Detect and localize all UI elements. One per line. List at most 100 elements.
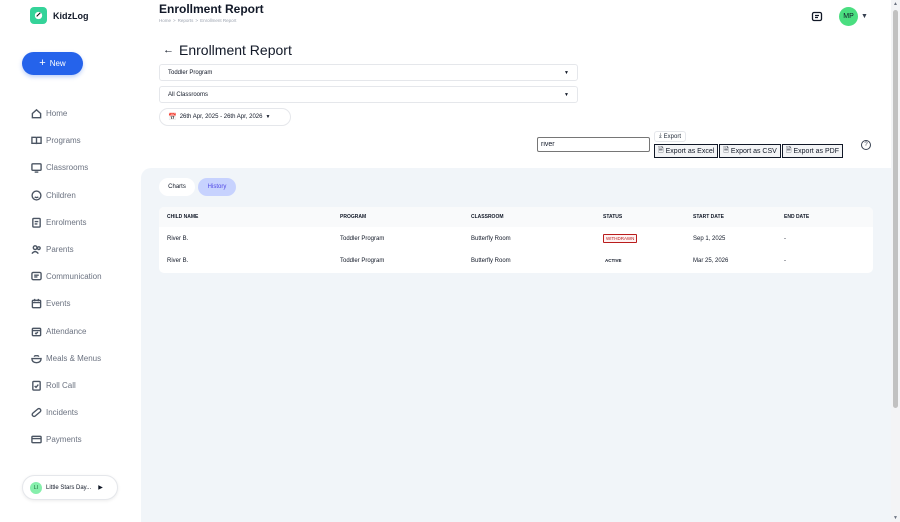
sidebar-nav: Home Programs Classrooms Children Enrolm… bbox=[31, 100, 102, 453]
app-name: KidzLog bbox=[53, 10, 89, 21]
export-button[interactable]: ⤓ Export bbox=[654, 131, 686, 142]
column-header-status[interactable]: STATUS bbox=[603, 214, 622, 220]
sidebar-item-label: Parents bbox=[46, 245, 74, 255]
program-select-value: Toddler Program bbox=[168, 69, 213, 76]
caret-down-icon: ▼ bbox=[564, 91, 569, 98]
date-range-picker[interactable]: 📅 26th Apr, 2025 - 26th Apr, 2026 ▼ bbox=[159, 108, 291, 126]
export-csv-label: Export as CSV bbox=[730, 147, 777, 155]
scroll-down-icon[interactable]: ▼ bbox=[893, 515, 898, 521]
sidebar-item-roll-call[interactable]: Roll Call bbox=[31, 372, 102, 399]
sidebar-item-classrooms[interactable]: Classrooms bbox=[31, 154, 102, 181]
breadcrumb-reports[interactable]: Reports bbox=[178, 18, 194, 23]
bandage-icon bbox=[31, 408, 42, 418]
file-icon: 🗎 bbox=[723, 146, 729, 154]
sidebar-item-events[interactable]: Events bbox=[31, 290, 102, 317]
program-select[interactable]: Toddler Program ▼ bbox=[159, 64, 578, 81]
caret-down-icon: ▼ bbox=[564, 69, 569, 76]
file-icon: 🗎 bbox=[658, 146, 664, 154]
cell-child-name: River B. bbox=[167, 236, 189, 242]
monitor-icon bbox=[31, 163, 42, 174]
caret-right-icon: ▶ bbox=[98, 485, 103, 491]
sidebar-item-label: Home bbox=[46, 109, 68, 119]
help-icon[interactable]: ? bbox=[861, 140, 871, 150]
chevron-down-icon[interactable]: ▼ bbox=[861, 13, 868, 20]
search-input[interactable] bbox=[537, 137, 650, 152]
app-logo[interactable]: KidzLog bbox=[30, 7, 89, 24]
new-button-label: New bbox=[49, 59, 66, 68]
breadcrumb-separator: > bbox=[195, 18, 199, 23]
cell-program: Toddler Program bbox=[340, 236, 385, 242]
export-excel-button[interactable]: 🗎 Export as Excel bbox=[654, 144, 719, 158]
page-scrollbar[interactable]: ▲ ▼ bbox=[891, 0, 900, 522]
table-row[interactable]: River B. Toddler Program Butterfly Room … bbox=[159, 251, 873, 273]
column-header-program[interactable]: PROGRAM bbox=[340, 214, 366, 220]
sidebar-item-meals[interactable]: Meals & Menus bbox=[31, 345, 102, 372]
column-header-child-name[interactable]: CHILD NAME bbox=[167, 214, 198, 220]
cell-classroom: Butterfly Room bbox=[471, 258, 511, 264]
page-title: Enrollment Report bbox=[159, 2, 264, 16]
plus-icon: + bbox=[39, 57, 46, 69]
date-range-label: 26th Apr, 2025 - 26th Apr, 2026 bbox=[179, 114, 263, 120]
scrollbar-thumb[interactable] bbox=[893, 10, 898, 408]
book-icon bbox=[31, 136, 42, 145]
sidebar-item-label: Children bbox=[46, 190, 76, 200]
status-badge: ACTIVE bbox=[605, 258, 622, 263]
sidebar-item-label: Attendance bbox=[46, 326, 87, 336]
sidebar-item-incidents[interactable]: Incidents bbox=[31, 399, 102, 426]
table-row[interactable]: River B. Toddler Program Butterfly Room … bbox=[159, 229, 873, 251]
sidebar-item-programs[interactable]: Programs bbox=[31, 127, 102, 154]
sidebar-item-home[interactable]: Home bbox=[31, 100, 102, 127]
checklist-icon bbox=[32, 380, 41, 391]
sidebar-item-label: Classrooms bbox=[46, 163, 89, 173]
sidebar-item-label: Enrolments bbox=[46, 217, 87, 227]
table-header: CHILD NAME PROGRAM CLASSROOM STATUS STAR… bbox=[159, 207, 873, 227]
school-avatar: LI bbox=[30, 481, 42, 494]
cell-end-date: - bbox=[784, 236, 786, 242]
export-pdf-label: Export as PDF bbox=[793, 147, 839, 155]
new-button[interactable]: + New bbox=[22, 52, 83, 75]
export-csv-button[interactable]: 🗎 Export as CSV bbox=[719, 144, 781, 158]
sidebar-item-payments[interactable]: Payments bbox=[31, 426, 102, 453]
sidebar-item-label: Incidents bbox=[46, 408, 79, 418]
face-icon bbox=[31, 190, 42, 201]
sidebar-item-label: Payments bbox=[46, 435, 82, 445]
export-excel-label: Export as Excel bbox=[665, 147, 715, 155]
classroom-select[interactable]: All Classrooms ▼ bbox=[159, 86, 578, 103]
export-pdf-button[interactable]: 🗎 Export as PDF bbox=[781, 144, 843, 158]
sidebar-item-label: Roll Call bbox=[46, 380, 76, 390]
file-icon: 🗎 bbox=[785, 146, 792, 154]
sidebar: KidzLog + New Home Programs Classrooms C… bbox=[0, 0, 141, 522]
school-switcher[interactable]: LI Little Stars Day... ▶ bbox=[22, 475, 118, 500]
sidebar-item-parents[interactable]: Parents bbox=[31, 236, 102, 263]
column-header-end-date[interactable]: END DATE bbox=[784, 214, 809, 220]
card-icon bbox=[31, 435, 42, 444]
user-avatar[interactable]: MP bbox=[839, 7, 858, 26]
sidebar-item-attendance[interactable]: Attendance bbox=[31, 318, 102, 345]
cell-end-date: - bbox=[784, 258, 786, 264]
scroll-up-icon[interactable]: ▲ bbox=[893, 1, 898, 7]
breadcrumb-separator: > bbox=[173, 18, 176, 23]
users-icon bbox=[31, 245, 41, 255]
cell-start-date: Sep 1, 2025 bbox=[693, 236, 726, 242]
chat-icon[interactable] bbox=[811, 11, 823, 23]
export-label: Export bbox=[663, 133, 681, 140]
cell-child-name: River B. bbox=[167, 258, 189, 264]
export-options: 🗎 Export as Excel 🗎 Export as CSV 🗎 Expo… bbox=[654, 144, 843, 158]
sidebar-item-children[interactable]: Children bbox=[31, 182, 102, 209]
sidebar-item-communication[interactable]: Communication bbox=[31, 263, 102, 290]
status-badge: WITHDRAWN bbox=[603, 234, 638, 243]
meal-icon bbox=[31, 354, 42, 364]
sidebar-item-enrolments[interactable]: Enrolments bbox=[31, 209, 102, 236]
cell-program: Toddler Program bbox=[340, 258, 385, 264]
breadcrumb-current: Enrollment Report bbox=[200, 18, 237, 23]
column-header-classroom[interactable]: CLASSROOM bbox=[471, 214, 504, 220]
breadcrumb: Home > Reports > Enrollment Report bbox=[159, 18, 236, 23]
classroom-select-value: All Classrooms bbox=[168, 91, 209, 98]
sidebar-item-label: Programs bbox=[46, 136, 81, 146]
back-arrow-icon[interactable]: ← bbox=[163, 44, 174, 56]
sidebar-item-label: Events bbox=[46, 299, 71, 309]
column-header-start-date[interactable]: START DATE bbox=[693, 214, 724, 220]
tab-history[interactable]: History bbox=[198, 178, 236, 196]
tab-charts[interactable]: Charts bbox=[159, 178, 195, 196]
breadcrumb-home[interactable]: Home bbox=[159, 18, 171, 23]
